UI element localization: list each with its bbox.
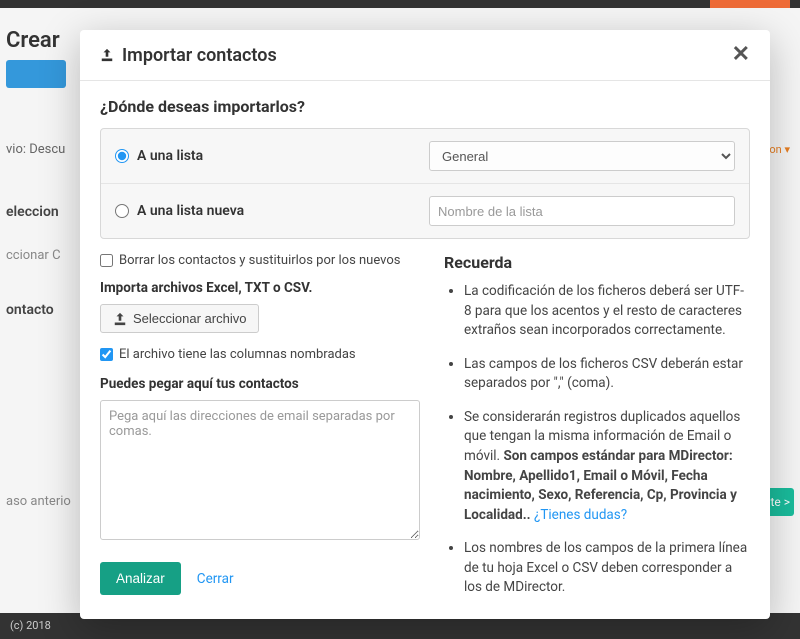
analyze-button[interactable]: Analizar	[100, 562, 181, 595]
modal-title: Importar contactos	[122, 45, 277, 66]
close-icon[interactable]: ✕	[732, 44, 750, 66]
columns-named-label: El archivo tiene las columnas nombradas	[119, 347, 356, 362]
modal-header: Importar contactos ✕	[80, 30, 770, 81]
destination-panel: A una lista General A una lista nueva	[100, 128, 750, 239]
destination-new-row: A una lista nueva	[101, 183, 749, 238]
close-link[interactable]: Cerrar	[197, 571, 234, 587]
delete-replace-checkbox[interactable]	[100, 254, 113, 267]
remember-item-3: Se considerarán registros duplicados aqu…	[464, 408, 750, 525]
modal-overlay: Importar contactos ✕ ¿Dónde deseas impor…	[0, 0, 800, 639]
select-file-button[interactable]: Seleccionar archivo	[100, 304, 259, 333]
modal-title-wrap: Importar contactos	[100, 45, 277, 66]
modal-actions: Analizar Cerrar	[100, 562, 420, 595]
delete-replace-option[interactable]: Borrar los contactos y sustituirlos por …	[100, 253, 420, 268]
destination-existing-label: A una lista	[137, 148, 203, 164]
import-column: Borrar los contactos y sustituirlos por …	[100, 249, 420, 612]
columns-named-option[interactable]: El archivo tiene las columnas nombradas	[100, 347, 420, 362]
import-files-label: Importa archivos Excel, TXT o CSV.	[100, 280, 420, 296]
destination-existing-row: A una lista General	[101, 129, 749, 183]
remember-list: La codificación de los ficheros deberá s…	[444, 282, 750, 598]
paste-contacts-label: Puedes pegar aquí tus contactos	[100, 376, 420, 392]
list-select[interactable]: General	[429, 141, 735, 171]
destination-existing-option[interactable]: A una lista	[115, 148, 415, 164]
where-import-title: ¿Dónde deseas importarlos?	[100, 97, 750, 116]
destination-existing-radio[interactable]	[115, 149, 129, 163]
new-list-name-input[interactable]	[429, 196, 735, 226]
remember-column: Recuerda La codificación de los ficheros…	[444, 249, 750, 612]
delete-replace-label: Borrar los contactos y sustituirlos por …	[119, 253, 401, 268]
doubts-link[interactable]: ¿Tienes dudas?	[531, 507, 628, 523]
columns-named-checkbox[interactable]	[100, 348, 113, 361]
import-contacts-modal: Importar contactos ✕ ¿Dónde deseas impor…	[80, 30, 770, 619]
modal-columns: Borrar los contactos y sustituirlos por …	[100, 249, 750, 612]
modal-body: ¿Dónde deseas importarlos? A una lista G…	[80, 81, 770, 619]
paste-contacts-textarea[interactable]	[100, 400, 420, 540]
remember-title: Recuerda	[444, 253, 750, 272]
remember-item-1: La codificación de los ficheros deberá s…	[464, 282, 750, 341]
upload-icon	[100, 48, 114, 62]
destination-new-label: A una lista nueva	[137, 203, 244, 219]
upload-icon	[113, 312, 127, 326]
destination-new-radio[interactable]	[115, 204, 129, 218]
destination-new-option[interactable]: A una lista nueva	[115, 203, 415, 219]
remember-item-2: Las campos de los ficheros CSV deberán e…	[464, 355, 750, 394]
select-file-button-label: Seleccionar archivo	[133, 311, 246, 326]
remember-item-4: Los nombres de los campos de la primera …	[464, 539, 750, 598]
